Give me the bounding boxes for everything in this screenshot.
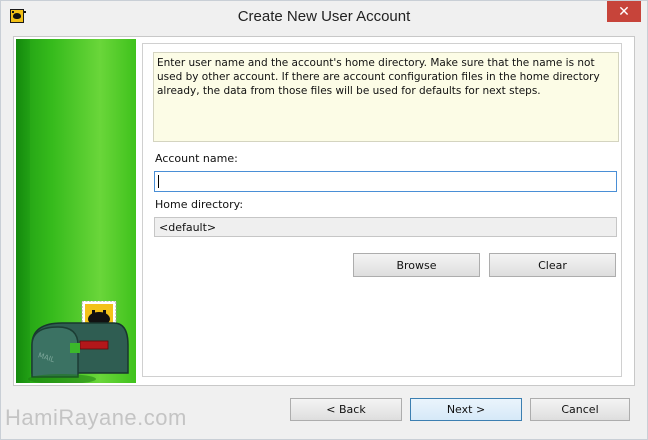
dialog-window: Create New User Account ✕ MAIL Enter use… — [0, 0, 648, 440]
window-title: Create New User Account — [237, 8, 411, 25]
info-message: Enter user name and the account's home d… — [153, 52, 619, 142]
home-directory-label: Home directory: — [155, 198, 244, 211]
clear-button[interactable]: Clear — [489, 253, 616, 277]
home-directory-field[interactable]: <default> — [154, 217, 617, 237]
next-button[interactable]: Next > — [410, 398, 522, 421]
dialog-body: MAIL Enter user name and the account's h… — [13, 36, 635, 386]
cancel-button[interactable]: Cancel — [530, 398, 630, 421]
mailbox-icon: MAIL — [28, 301, 129, 383]
watermark-text: HamiRayane.com — [5, 405, 187, 430]
account-name-input[interactable] — [154, 171, 617, 192]
form-content: Enter user name and the account's home d… — [142, 43, 622, 377]
close-button[interactable]: ✕ — [607, 1, 641, 22]
side-banner: MAIL — [16, 39, 136, 383]
title-bar[interactable]: Create New User Account ✕ — [1, 1, 647, 31]
browse-button[interactable]: Browse — [353, 253, 480, 277]
back-button[interactable]: < Back — [290, 398, 402, 421]
account-name-label: Account name: — [155, 152, 238, 165]
text-caret — [158, 175, 159, 188]
